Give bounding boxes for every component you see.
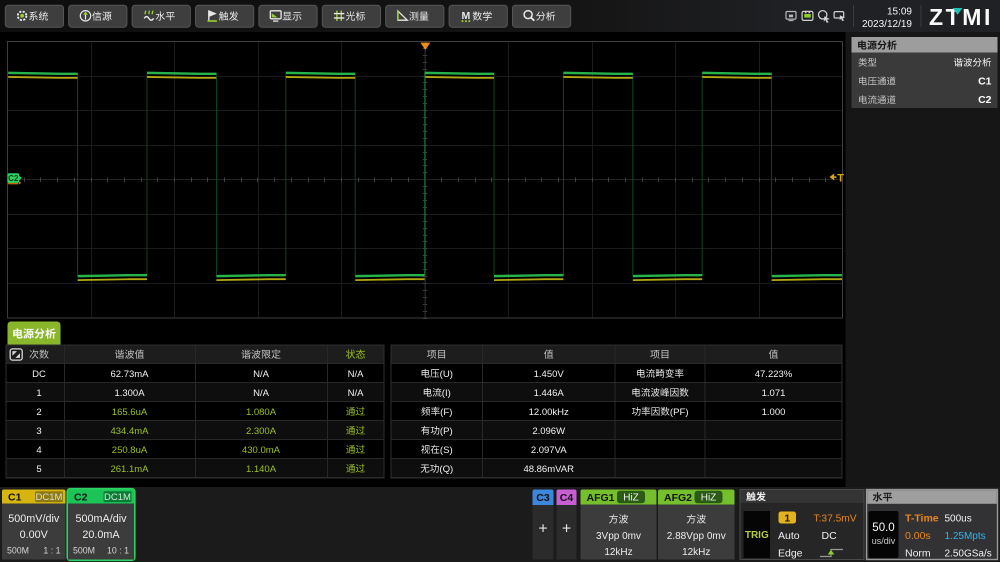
svg-text:1.446A: 1.446A — [534, 388, 565, 399]
svg-text:1.071: 1.071 — [762, 388, 786, 399]
svg-text:2.097VA: 2.097VA — [531, 445, 567, 456]
svg-text:HiZ: HiZ — [623, 493, 639, 504]
svg-text:M: M — [462, 10, 471, 22]
svg-text:12.00kHz: 12.00kHz — [529, 407, 569, 418]
svg-text:2.300A: 2.300A — [246, 426, 277, 437]
svg-text:1.140A: 1.140A — [246, 464, 277, 475]
svg-text:(S): (S) — [440, 445, 453, 456]
svg-text:C2: C2 — [8, 174, 19, 183]
svg-text:1: 1 — [36, 388, 41, 399]
svg-text:DC1M: DC1M — [36, 492, 63, 503]
svg-text:C2: C2 — [74, 492, 88, 504]
svg-text:T:37.5mV: T:37.5mV — [814, 514, 857, 525]
svg-text:4: 4 — [36, 445, 41, 456]
svg-text:1.080A: 1.080A — [246, 407, 277, 418]
svg-text:250.8uA: 250.8uA — [112, 445, 148, 456]
svg-text:C3: C3 — [536, 492, 550, 504]
svg-text:500mA/div: 500mA/div — [75, 513, 127, 525]
svg-text:T: T — [837, 172, 844, 184]
svg-text:Norm: Norm — [905, 548, 931, 560]
svg-text:N/A: N/A — [253, 369, 270, 380]
svg-text:N/A: N/A — [348, 388, 365, 399]
svg-text:0.00V: 0.00V — [20, 529, 49, 541]
svg-text:50.0: 50.0 — [872, 522, 894, 534]
svg-text:261.1mA: 261.1mA — [110, 464, 149, 475]
svg-text:48.86mVAR: 48.86mVAR — [523, 464, 574, 475]
svg-text:ZTMI: ZTMI — [929, 4, 993, 30]
svg-text:DC1M: DC1M — [104, 492, 131, 503]
svg-text:165.6uA: 165.6uA — [112, 407, 148, 418]
svg-text:+: + — [562, 521, 571, 538]
svg-text:DC: DC — [32, 369, 46, 380]
svg-text:5: 5 — [36, 464, 41, 475]
svg-text:DC: DC — [822, 530, 838, 542]
svg-text:1.25Mpts: 1.25Mpts — [945, 531, 986, 542]
svg-text:(PF): (PF) — [670, 407, 689, 418]
svg-text:1.300A: 1.300A — [114, 388, 145, 399]
svg-text:1 : 1: 1 : 1 — [43, 546, 60, 556]
svg-text:+: + — [538, 521, 547, 538]
svg-text:(I): (I) — [442, 388, 451, 399]
svg-text:N/A: N/A — [253, 388, 270, 399]
svg-text:TRIG: TRIG — [745, 530, 769, 541]
svg-text:434.4mA: 434.4mA — [110, 426, 149, 437]
svg-text:C1: C1 — [8, 492, 22, 504]
svg-text:62.73mA: 62.73mA — [110, 369, 149, 380]
svg-text:0.00s: 0.00s — [905, 530, 931, 542]
svg-text:2023/12/19: 2023/12/19 — [862, 19, 912, 30]
svg-text:Auto: Auto — [778, 530, 800, 542]
svg-text:C1: C1 — [978, 76, 992, 88]
svg-text:3: 3 — [36, 426, 41, 437]
svg-text:(F): (F) — [440, 407, 452, 418]
svg-text:T-Time: T-Time — [905, 513, 939, 525]
svg-text:1: 1 — [784, 512, 790, 524]
svg-text:AFG2: AFG2 — [664, 492, 692, 504]
svg-text:2.096W: 2.096W — [532, 426, 565, 437]
svg-text:12kHz: 12kHz — [682, 547, 710, 558]
svg-text:3Vpp 0mv: 3Vpp 0mv — [596, 531, 641, 542]
svg-text:10 : 1: 10 : 1 — [107, 546, 129, 556]
svg-text:500mV/div: 500mV/div — [8, 513, 60, 525]
svg-text:2.50GSa/s: 2.50GSa/s — [945, 549, 992, 560]
svg-text:1.450V: 1.450V — [534, 369, 565, 380]
svg-text:AFG1: AFG1 — [587, 492, 615, 504]
svg-text:2.88Vpp 0mv: 2.88Vpp 0mv — [667, 531, 726, 542]
svg-text:15:09: 15:09 — [887, 6, 912, 17]
svg-text:C2: C2 — [978, 94, 992, 106]
svg-text:500us: 500us — [945, 514, 972, 525]
svg-text:2: 2 — [36, 407, 41, 418]
svg-text:us/div: us/div — [872, 536, 896, 546]
svg-text:500M: 500M — [73, 546, 95, 556]
svg-text:Edge: Edge — [778, 548, 803, 560]
svg-text:12kHz: 12kHz — [604, 547, 632, 558]
svg-text:(Q): (Q) — [439, 464, 453, 475]
svg-text:500M: 500M — [7, 546, 29, 556]
svg-text:20.0mA: 20.0mA — [82, 529, 120, 541]
svg-text:1.000: 1.000 — [762, 407, 786, 418]
svg-text:C4: C4 — [560, 492, 574, 504]
svg-text:47.223%: 47.223% — [755, 369, 793, 380]
svg-text:430.0mA: 430.0mA — [242, 445, 281, 456]
svg-text:(P): (P) — [440, 426, 453, 437]
svg-text:HiZ: HiZ — [701, 493, 717, 504]
svg-text:N/A: N/A — [348, 369, 365, 380]
svg-text:(U): (U) — [440, 369, 453, 380]
